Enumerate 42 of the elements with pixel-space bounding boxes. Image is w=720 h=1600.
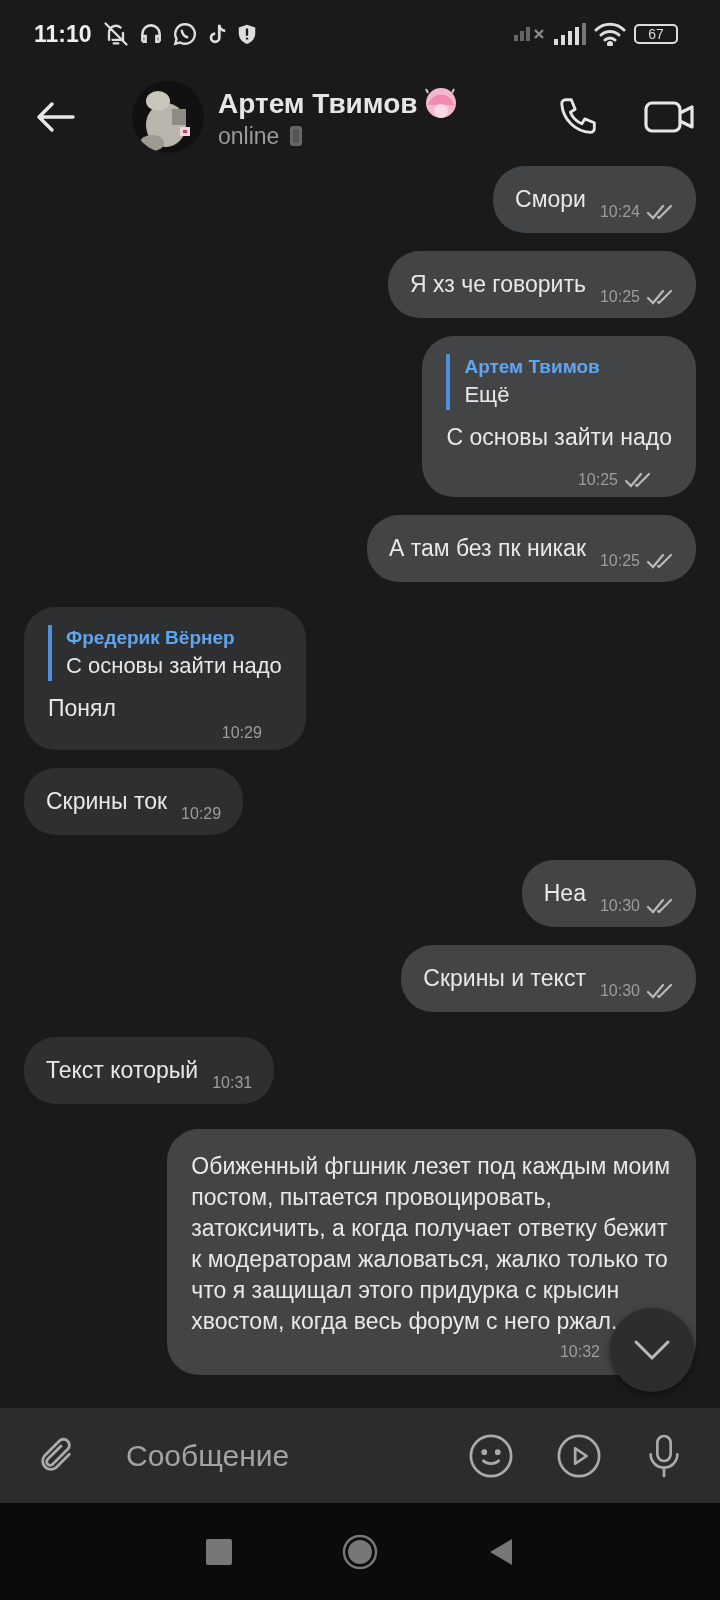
home-button[interactable] bbox=[342, 1533, 378, 1570]
quote-author: Фредерик Вёрнер bbox=[66, 627, 236, 649]
clock: 11:10 bbox=[34, 20, 92, 48]
message-text: Обиженный фгшник лезет под каждым моим постом, пытается провоцировать, затоксичить, а когда получает ответку бежит к модераторам жаловаться, жалко только то что я защищал этого придурка с крысин хвостом, когда весь форум с него ржал. bbox=[191, 1152, 670, 1336]
message-text: Понял bbox=[48, 694, 117, 723]
message-time: 10:30 bbox=[599, 982, 640, 1000]
battery-icon: 67 bbox=[634, 24, 678, 44]
message-time: 10:31 bbox=[212, 1074, 253, 1092]
quote-text: С основы зайти надо bbox=[66, 653, 282, 679]
wifi-icon bbox=[594, 22, 626, 46]
bell-off-icon bbox=[101, 20, 130, 48]
message-time: 10:32 bbox=[559, 1343, 600, 1361]
message-text: Скрины и текст bbox=[423, 964, 586, 993]
message-time: 10:24 bbox=[599, 203, 640, 221]
message-text: С основы зайти надо bbox=[446, 423, 672, 452]
back-nav-button[interactable] bbox=[488, 1536, 514, 1567]
message-time: 10:29 bbox=[221, 724, 262, 742]
message-time: 10:25 bbox=[599, 288, 640, 306]
message-text: Неа bbox=[543, 879, 586, 908]
contact-name: Артем Твимов bbox=[218, 87, 418, 120]
no-signal-icon bbox=[514, 27, 546, 41]
online-status: online bbox=[218, 122, 280, 150]
message-text: Смори bbox=[515, 185, 586, 214]
message-time: 10:30 bbox=[599, 897, 640, 915]
signal-icon bbox=[554, 23, 586, 45]
message-text: Скрины ток bbox=[46, 787, 168, 816]
chat-bubble-icon bbox=[171, 21, 198, 47]
message-text: А там без пк никак bbox=[388, 534, 586, 563]
back-arrow-icon bbox=[36, 101, 76, 133]
quote-text: Ещё bbox=[464, 382, 511, 408]
smiley-icon bbox=[468, 1432, 514, 1479]
message-time: 10:25 bbox=[577, 471, 618, 489]
message-text: Я хз че говорить bbox=[410, 270, 586, 299]
message-time: 10:25 bbox=[599, 552, 640, 570]
message-text: Текст который bbox=[46, 1056, 199, 1085]
recent-apps-button[interactable] bbox=[206, 1538, 232, 1565]
message-time: 10:29 bbox=[181, 805, 222, 823]
quote-author: Артем Твимов bbox=[464, 356, 601, 378]
play-circle-icon bbox=[556, 1432, 602, 1479]
message-input[interactable]: Сообщение bbox=[124, 1437, 432, 1474]
chevron-down-icon bbox=[632, 1338, 672, 1362]
phone-device-icon bbox=[289, 125, 304, 147]
